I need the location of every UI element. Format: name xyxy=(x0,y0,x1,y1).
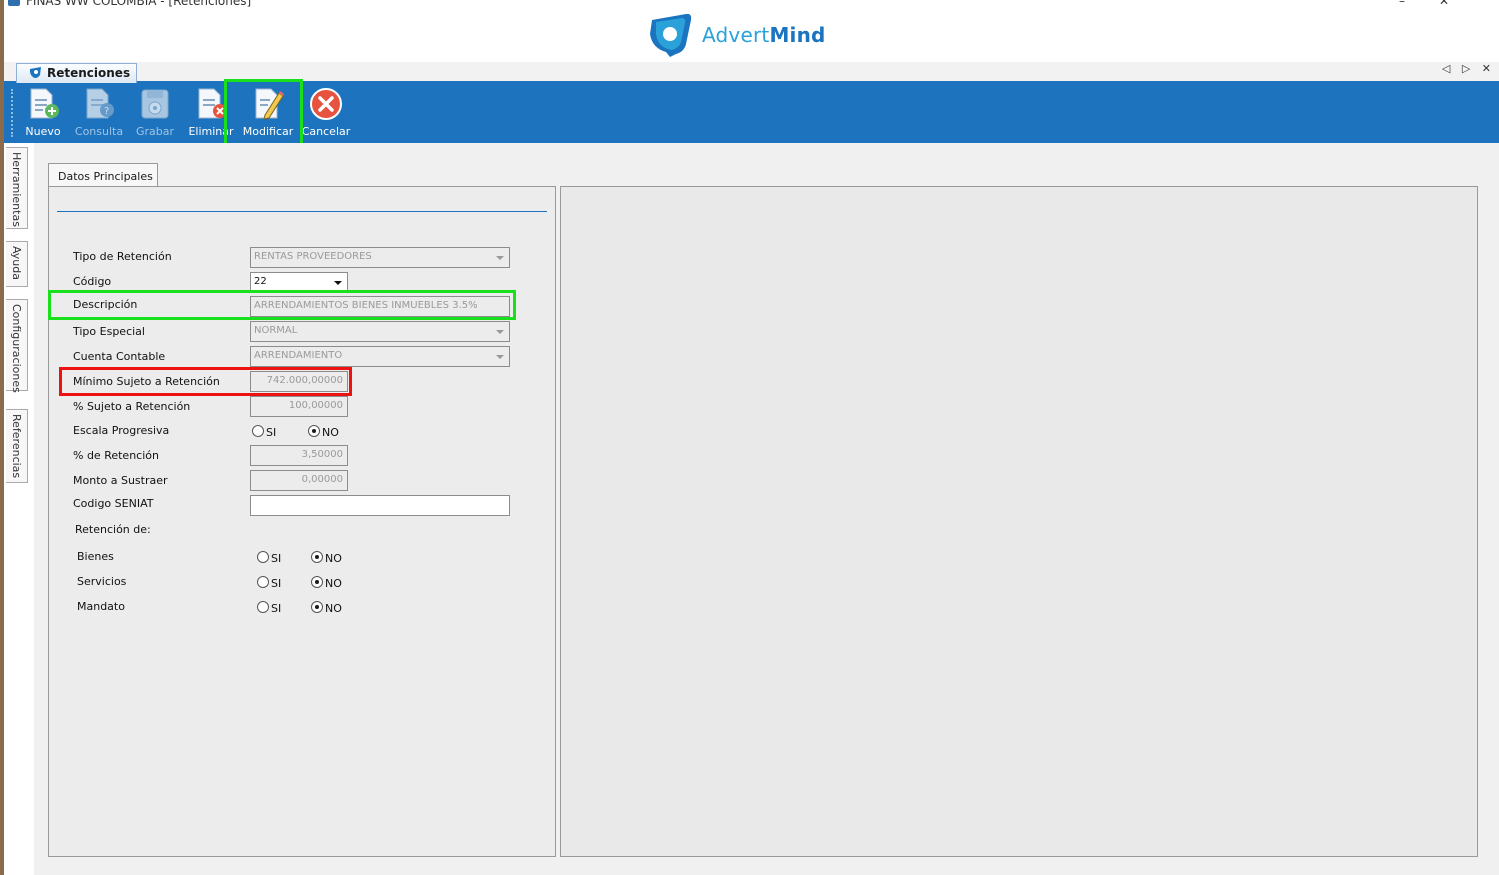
modificar-highlight xyxy=(224,79,303,146)
retenciones-tab-icon xyxy=(30,67,41,78)
radio-selected-icon xyxy=(311,551,323,563)
monto-sustraer-label: Monto a Sustraer xyxy=(73,474,168,487)
mandato-no[interactable]: NO xyxy=(311,601,342,615)
bienes-si[interactable]: SI xyxy=(257,551,281,565)
save-disk-icon xyxy=(141,89,169,119)
consulta-label: Consulta xyxy=(74,125,124,138)
codigo-label: Código xyxy=(73,275,112,288)
pct-sujeto-field[interactable]: 100,00000 xyxy=(250,396,348,417)
monto-sustraer-field[interactable]: 0,00000 xyxy=(250,470,348,491)
cuenta-contable-select[interactable]: ARRENDAMIENTO xyxy=(250,346,510,367)
servicios-no[interactable]: NO xyxy=(311,576,342,590)
radio-selected-icon xyxy=(311,601,323,613)
servicios-label: Servicios xyxy=(77,575,127,588)
query-document-icon: ? xyxy=(86,88,114,119)
grabar-button[interactable]: Grabar xyxy=(128,87,182,141)
tab-datos-principales[interactable]: Datos Principales xyxy=(48,163,158,187)
tipo-especial-select[interactable]: NORMAL xyxy=(250,321,510,342)
main-content: Datos Principales Tipo de Retención RENT… xyxy=(34,143,1499,875)
title-bar: FINAS WW COLOMBIA - [Retenciones] –✕ Adv… xyxy=(0,0,1499,62)
app-icon xyxy=(8,0,20,6)
consulta-button[interactable]: ? Consulta xyxy=(72,87,126,141)
chevron-down-icon xyxy=(496,355,504,359)
mandato-label: Mandato xyxy=(77,600,125,613)
detail-panel xyxy=(560,186,1478,857)
radio-icon xyxy=(257,576,269,588)
tipo-retencion-select[interactable]: RENTAS PROVEEDORES xyxy=(250,247,510,268)
bienes-no[interactable]: NO xyxy=(311,551,342,565)
window-controls[interactable]: –✕ xyxy=(1399,0,1483,8)
codigo-seniat-label: Codigo SENIAT xyxy=(73,497,154,510)
cancelar-button[interactable]: Cancelar xyxy=(299,87,353,141)
chevron-down-icon xyxy=(496,330,504,334)
cancel-icon xyxy=(310,88,342,120)
form-panel: Tipo de Retención RENTAS PROVEEDORES Cód… xyxy=(48,186,556,857)
tab-retenciones[interactable]: Retenciones xyxy=(16,63,138,83)
side-tab-herramientas[interactable]: Herramientas xyxy=(6,147,28,229)
chevron-down-icon xyxy=(496,256,504,260)
radio-selected-icon xyxy=(308,425,320,437)
tipo-especial-label: Tipo Especial xyxy=(73,325,145,338)
logo-text: AdvertMind xyxy=(702,23,826,47)
grabar-label: Grabar xyxy=(135,125,175,138)
advertmind-logo-icon xyxy=(650,13,692,57)
radio-icon xyxy=(257,551,269,563)
escala-progresiva-si[interactable]: SI xyxy=(252,425,276,439)
close-window-button[interactable]: ✕ xyxy=(1439,0,1483,8)
pct-sujeto-label: % Sujeto a Retención xyxy=(73,400,191,413)
new-document-icon xyxy=(30,88,59,119)
tab-navigation[interactable]: ◁ ▷ ✕ xyxy=(1442,62,1495,75)
cancelar-label: Cancelar xyxy=(301,125,351,138)
chevron-down-icon xyxy=(334,281,342,285)
svg-text:?: ? xyxy=(104,106,109,117)
side-tab-referencias[interactable]: Referencias xyxy=(6,409,28,483)
servicios-si[interactable]: SI xyxy=(257,576,281,590)
window-title: FINAS WW COLOMBIA - [Retenciones] xyxy=(26,0,252,8)
tab-label: Retenciones xyxy=(47,66,131,80)
side-tab-configuraciones[interactable]: Configuraciones xyxy=(6,299,28,393)
side-tab-ayuda[interactable]: Ayuda xyxy=(6,241,28,287)
bienes-label: Bienes xyxy=(77,550,114,563)
toolbar-grip[interactable] xyxy=(11,89,14,137)
tipo-retencion-label: Tipo de Retención xyxy=(73,250,172,263)
radio-icon xyxy=(257,601,269,613)
cuenta-contable-label: Cuenta Contable xyxy=(73,350,166,363)
retencion-de-label: Retención de: xyxy=(75,523,151,536)
advertmind-logo: AdvertMind xyxy=(646,12,826,58)
pct-retencion-field[interactable]: 3,50000 xyxy=(250,445,348,466)
radio-icon xyxy=(252,425,264,437)
codigo-seniat-field[interactable] xyxy=(250,495,510,516)
radio-selected-icon xyxy=(311,576,323,588)
mandato-si[interactable]: SI xyxy=(257,601,281,615)
panel-separator xyxy=(57,211,547,212)
side-tab-strip: Herramientas Ayuda Configuraciones Refer… xyxy=(4,143,34,875)
descripcion-highlight xyxy=(48,290,516,320)
delete-document-icon xyxy=(198,88,227,119)
minimize-button[interactable]: – xyxy=(1399,0,1439,8)
pct-retencion-label: % de Retención xyxy=(73,449,159,462)
escala-progresiva-no[interactable]: NO xyxy=(308,425,339,439)
nuevo-label: Nuevo xyxy=(25,125,61,138)
nuevo-button[interactable]: Nuevo xyxy=(16,87,70,141)
minimo-sujeto-highlight xyxy=(59,367,352,396)
escala-progresiva-label: Escala Progresiva xyxy=(73,424,170,437)
